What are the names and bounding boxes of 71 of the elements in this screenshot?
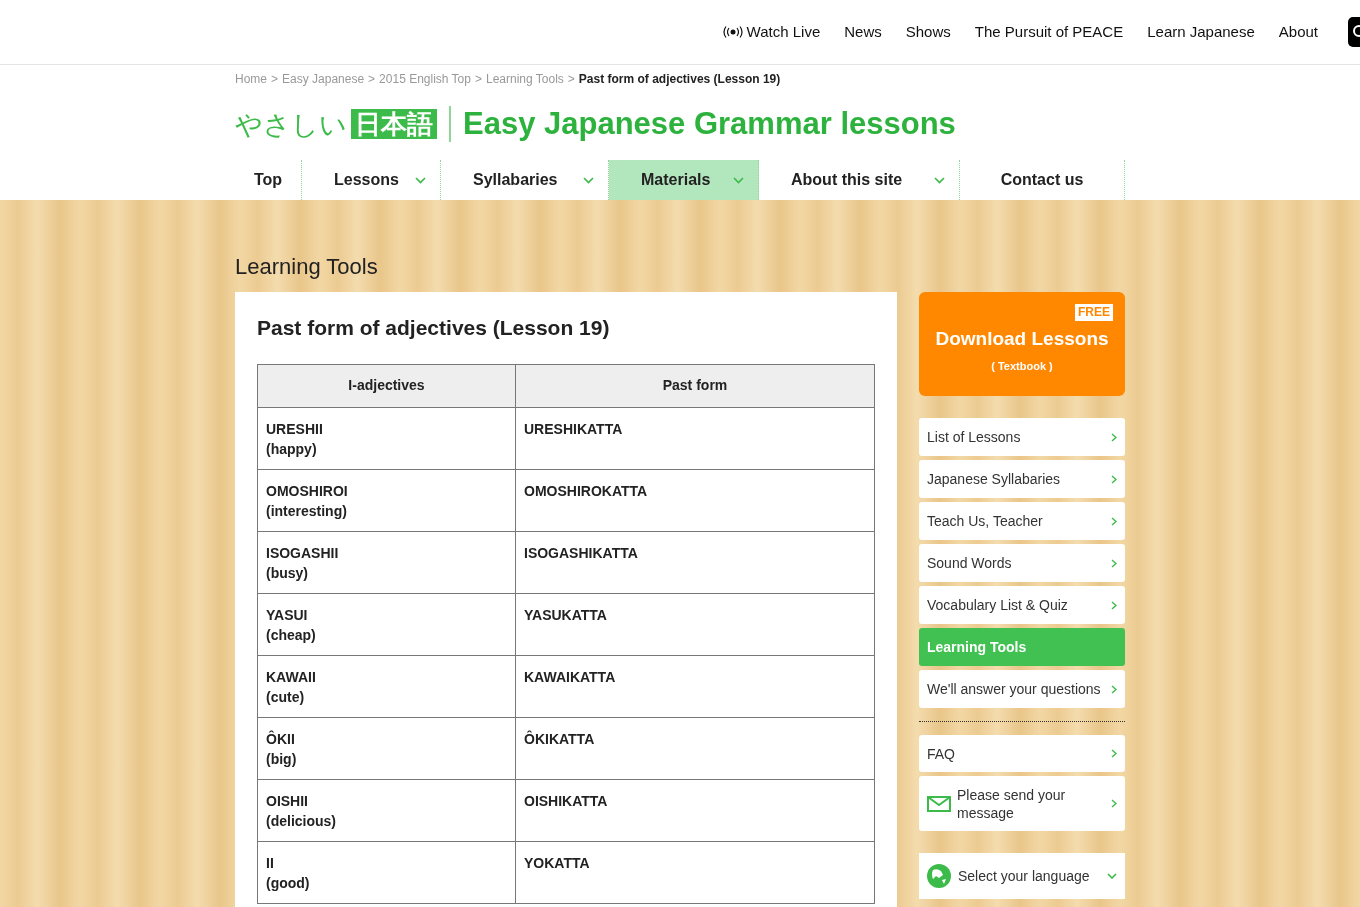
nav-link[interactable]: Watch Live (722, 20, 821, 44)
sidebar-link[interactable]: Vocabulary List & Quiz (919, 586, 1125, 624)
adjective-meaning: (cheap) (266, 625, 317, 645)
table-cell: KAWAIKATTA (515, 655, 875, 717)
chevron-right-icon (1111, 799, 1117, 808)
sidebar-link[interactable]: We'll answer your questions (919, 670, 1125, 708)
article-title: Past form of adjectives (Lesson 19) (257, 315, 611, 341)
column-header: I-adjectives (257, 364, 516, 407)
adjective-meaning: (busy) (266, 563, 309, 583)
adjective-word: KAWAII (266, 667, 317, 687)
sidebar-link[interactable]: List of Lessons (919, 418, 1125, 456)
adjective-meaning: (happy) (266, 439, 318, 459)
section-title: Learning Tools (235, 253, 379, 281)
adjective-meaning: (big) (266, 749, 298, 769)
download-title: Download Lessons (935, 327, 1109, 351)
broadcast-icon (722, 26, 743, 38)
breadcrumb-separator: > (271, 71, 279, 88)
site-title: Easy Japanese Grammar lessons (463, 104, 956, 143)
table-cell: YOKATTA (515, 841, 875, 903)
chevron-down-icon (583, 176, 594, 184)
sidebar-link[interactable]: Teach Us, Teacher (919, 502, 1125, 540)
nav-link[interactable]: Shows (905, 20, 951, 44)
breadcrumb-current: Past form of adjectives (Lesson 19) (578, 71, 781, 88)
adjective-word: II (266, 853, 275, 873)
sidebar-link[interactable]: FAQ (919, 735, 1125, 772)
table-cell: OISHIKATTA (515, 779, 875, 841)
table-cell: ISOGASHIKATTA (515, 531, 875, 593)
menu-tab[interactable]: Materials (609, 160, 759, 200)
envelope-icon (927, 795, 951, 812)
chevron-right-icon (1111, 432, 1117, 442)
adjective-meaning: (cute) (266, 687, 306, 707)
chevron-right-icon (1111, 516, 1117, 526)
sidebar-link[interactable]: Sound Words (919, 544, 1125, 582)
breadcrumb-separator: > (567, 71, 575, 88)
nav-link[interactable]: News (844, 20, 882, 44)
table-cell: OMOSHIROKATTA (515, 469, 875, 531)
logo-kanji: 日本語 (351, 109, 437, 139)
download-subtitle: ( Textbook ) (991, 358, 1053, 374)
chevron-right-icon (1111, 558, 1117, 568)
adjective-word: YASUI (266, 605, 309, 625)
nav-link[interactable]: Learn Japanese (1147, 20, 1255, 44)
adjective-word: OISHII (266, 791, 309, 811)
nav-link[interactable]: About (1278, 20, 1318, 44)
chevron-down-icon (934, 176, 945, 184)
free-badge: FREE (1075, 304, 1113, 321)
breadcrumb-separator: > (368, 71, 376, 88)
table-cell: URESHIKATTA (515, 407, 875, 469)
chevron-right-icon (1111, 749, 1117, 758)
nav-link[interactable]: The Pursuit of PEACE (974, 20, 1124, 44)
chevron-right-icon (1111, 600, 1117, 610)
adjective-meaning: (good) (266, 873, 311, 893)
chevron-down-icon (1107, 873, 1117, 879)
sidebar-link[interactable]: Japanese Syllabaries (919, 460, 1125, 498)
language-select[interactable]: Select your language (919, 853, 1125, 899)
table-cell: ÔKIKATTA (515, 717, 875, 779)
chevron-right-icon (1111, 684, 1117, 694)
language-label: Select your language (958, 866, 1091, 886)
chevron-down-icon (415, 176, 426, 184)
logo-kana: やさしい (235, 110, 347, 138)
adjective-word: ISOGASHII (266, 543, 340, 563)
adjective-meaning: (interesting) (266, 501, 348, 521)
chevron-right-icon (1111, 474, 1117, 484)
breadcrumb-separator: > (474, 71, 482, 88)
adjective-word: OMOSHIROI (266, 481, 349, 501)
column-header: Past form (515, 364, 875, 407)
table-cell: YASUKATTA (515, 593, 875, 655)
adjective-meaning: (delicious) (266, 811, 337, 831)
sidebar-link[interactable]: Please send your message (919, 776, 1125, 831)
adjective-word: URESHII (266, 419, 324, 439)
adjective-word: ÔKII (266, 729, 296, 749)
chevron-down-icon (733, 176, 744, 184)
